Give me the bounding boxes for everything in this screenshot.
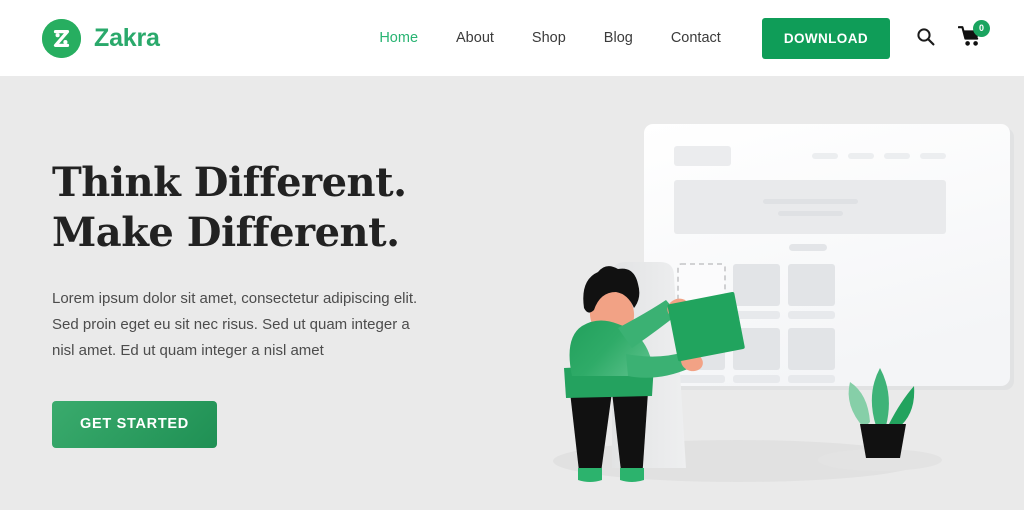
mockup-card-2 [788, 264, 835, 306]
brand-name: Zakra [94, 23, 160, 52]
get-started-button[interactable]: GET STARTED [52, 400, 217, 448]
hero-title: Think Different. Make Different. [52, 158, 482, 259]
brand-logo-link[interactable]: Zakra [42, 18, 160, 58]
mockup-section-heading-bar [789, 244, 827, 251]
mockup-card-caption-5 [788, 375, 835, 383]
mockup-card-caption-3 [678, 375, 725, 383]
mockup-nav-bar-3 [884, 153, 910, 159]
nav-item-blog: Blog [585, 30, 652, 46]
search-button[interactable] [914, 27, 936, 49]
mockup-hero-block [674, 180, 946, 234]
cart-count-badge: 0 [973, 20, 990, 37]
hero-title-line-1: Think Different. [52, 159, 407, 206]
hero-title-line-2: Make Different. [52, 209, 400, 257]
nav-list: Home About Shop Blog Contact [360, 30, 739, 46]
nav-item-about: About [437, 30, 513, 46]
zakra-circle-z-icon [42, 18, 81, 58]
mockup-card-5 [788, 328, 835, 370]
page-root: Zakra Home About Shop Blog Contact DOWNL… [0, 0, 1024, 510]
mockup-nav-bar-4 [920, 153, 946, 159]
nav-link-home[interactable]: Home [360, 30, 437, 46]
nav-link-contact[interactable]: Contact [652, 30, 740, 46]
mockup-card-caption-4 [733, 375, 780, 383]
hero-description: Lorem ipsum dolor sit amet, consectetur … [52, 289, 418, 360]
hero-text-block: Think Different. Make Different. Lorem i… [52, 158, 482, 448]
nav-item-home: Home [360, 30, 437, 46]
download-button[interactable]: DOWNLOAD [761, 17, 890, 59]
person-shoe-right [620, 468, 644, 482]
hero-illustration [508, 76, 1024, 510]
mockup-logo-placeholder [674, 146, 731, 166]
mockup-nav-bar-2 [848, 153, 874, 159]
mockup-hero-line-2 [778, 211, 843, 216]
nav-link-blog[interactable]: Blog [585, 30, 652, 46]
cart-button[interactable]: 0 [956, 20, 990, 51]
person-shoe-left [578, 468, 602, 482]
mockup-card-caption-2 [788, 311, 835, 319]
nav-link-shop[interactable]: Shop [513, 30, 585, 46]
hero-section: Think Different. Make Different. Lorem i… [0, 76, 1024, 510]
plant-leaf-right [888, 386, 915, 428]
mockup-card-1 [733, 264, 780, 306]
nav-item-contact: Contact [652, 30, 740, 46]
plant-pot [860, 424, 906, 458]
primary-navigation: Home About Shop Blog Contact DOWNLOAD 0 [360, 17, 1024, 59]
mockup-card-caption-1 [733, 311, 780, 319]
mockup-nav-bar-1 [812, 153, 838, 159]
search-icon [916, 27, 935, 49]
nav-item-shop: Shop [513, 30, 585, 46]
site-header: Zakra Home About Shop Blog Contact DOWNL… [0, 0, 1024, 76]
mockup-hero-line-1 [763, 199, 858, 204]
nav-link-about[interactable]: About [437, 30, 513, 46]
